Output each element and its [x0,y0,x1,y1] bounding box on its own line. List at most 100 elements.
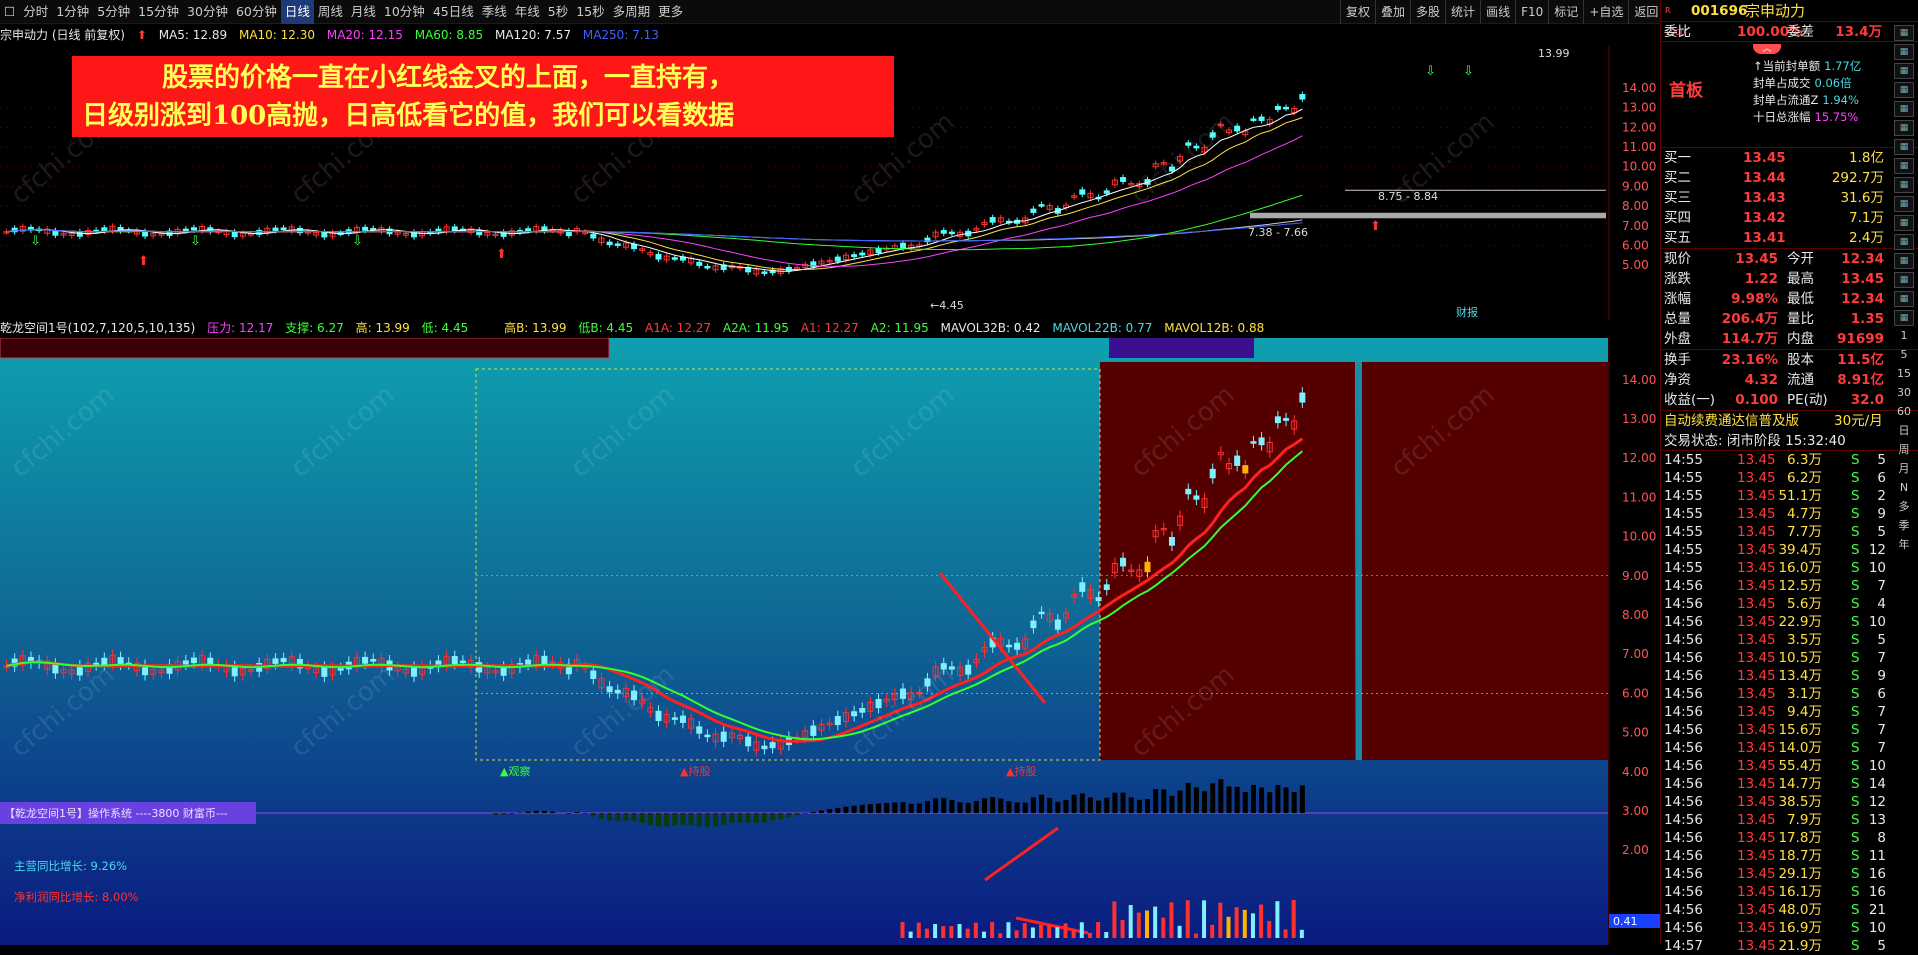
quote_rows-label-1: 总量 [1664,309,1691,329]
tool-button[interactable]: 返回 [1628,0,1663,24]
period-tab[interactable]: 年线 [511,0,544,24]
tool-button[interactable]: 多股 [1410,0,1445,24]
period-tab[interactable]: 15分钟 [134,0,183,24]
price-axis-tick: 10.00 [1622,160,1656,174]
bid-row[interactable]: 买三13.4331.6万 [1661,188,1918,208]
side-tool-icon[interactable]: ▦ [1894,253,1914,269]
side-tool-icon[interactable]: ▦ [1894,25,1914,41]
period-tab[interactable]: 30分钟 [183,0,232,24]
period-tab[interactable]: 15秒 [572,0,608,24]
tick-row: 14:5613.4516.1万S16 [1661,883,1918,901]
tool-button[interactable]: 标记 [1548,0,1583,24]
oscillator-bar [835,808,840,813]
seal-stat-label: 封单占成交 [1753,76,1811,90]
side-period-button[interactable]: 30 [1894,386,1914,402]
period-tab[interactable]: 周线 [314,0,347,24]
promo-text[interactable]: 自动续费通达信普及版 [1664,411,1799,431]
seal-stat-value: 0.06倍 [1815,76,1852,90]
tick-volume: 7.7万 [1787,523,1822,541]
side-period-button[interactable]: 周 [1894,443,1914,459]
period-tab[interactable]: 日线 [281,0,314,24]
tick-side: S [1851,541,1860,559]
side-tool-icon[interactable]: ▦ [1894,101,1914,117]
period-tab[interactable]: 季线 [478,0,511,24]
candle-body [901,243,906,248]
candle-body [191,658,196,663]
volume-bar [1112,901,1116,938]
period-tab[interactable]: 多周期 [609,0,655,24]
tick-list[interactable]: 14:5513.456.3万S514:5513.456.2万S614:5513.… [1661,451,1918,955]
volume-bar [1186,900,1190,938]
period-tab[interactable]: 分时 [19,0,52,24]
side-tool-icon[interactable]: ▦ [1894,196,1914,212]
tick-side: S [1851,811,1860,829]
side-tool-icon[interactable]: ▦ [1894,158,1914,174]
side-tool-icon[interactable]: ▦ [1894,44,1914,60]
indicator-name[interactable]: 乾龙空间1号(102,7,120,5,10,135) [0,321,195,335]
side-period-button[interactable]: 60 [1894,405,1914,421]
tick-time: 14:55 [1664,451,1703,469]
period-tab[interactable]: 45日线 [429,0,478,24]
tool-button[interactable]: F10 [1515,0,1548,24]
period-tab[interactable]: 5秒 [544,0,572,24]
period-tab[interactable]: 60分钟 [232,0,281,24]
side-tool-icon[interactable]: ▦ [1894,234,1914,250]
tool-button[interactable]: +自选 [1583,0,1628,24]
period-tab[interactable]: 5分钟 [93,0,134,24]
side-period-button[interactable]: 1 [1894,329,1914,345]
tick-time: 14:56 [1664,721,1703,739]
side-period-button[interactable]: 日 [1894,424,1914,440]
indicator-chart[interactable]: 14.0013.0012.0011.0010.009.008.007.006.0… [0,338,1660,945]
tick-side: S [1851,469,1860,487]
tick-count: 2 [1877,487,1886,505]
bid-row[interactable]: 买二13.44292.7万 [1661,168,1918,188]
side-period-button[interactable]: 月 [1894,462,1914,478]
period-tab[interactable]: 月线 [347,0,380,24]
tick-price: 13.45 [1737,775,1776,793]
volume-bar [990,922,994,938]
tick-volume: 14.0万 [1778,739,1822,757]
side-tool-icon[interactable]: ▦ [1894,215,1914,231]
oscillator-bar [1031,797,1036,813]
period-tab[interactable]: 1分钟 [52,0,93,24]
side-tool-icon[interactable]: ▦ [1894,177,1914,193]
volume-bar [1080,922,1084,938]
bid-row[interactable]: 买一13.451.8亿 [1661,148,1918,168]
bid-row[interactable]: 买四13.427.1万 [1661,208,1918,228]
side-tool-icon[interactable]: ▦ [1894,120,1914,136]
tool-button[interactable]: 叠加 [1375,0,1410,24]
side-tool-icon[interactable]: ▦ [1894,310,1914,326]
tool-button[interactable]: 画线 [1480,0,1515,24]
bid-row[interactable]: 买五13.412.4万 [1661,228,1918,248]
period-tab[interactable]: 10分钟 [380,0,429,24]
side-tool-icon[interactable]: ▦ [1894,63,1914,79]
side-tool-icon[interactable]: ▦ [1894,272,1914,288]
quote_rows-row: 总量206.4万量比1.35 [1661,309,1918,329]
indicator-axis-tick: 14.00 [1622,373,1656,387]
tick-count: 7 [1877,739,1886,757]
side-tool-icon[interactable]: ▦ [1894,82,1914,98]
oscillator-bar [1145,799,1150,813]
side-tool-icon[interactable]: ▦ [1894,139,1914,155]
side-period-button[interactable]: 多 [1894,500,1914,516]
quote_rows-label-2: 最高 [1787,269,1814,289]
side-tool-icon[interactable]: ▦ [1894,291,1914,307]
volume-bar [1218,903,1222,938]
candle-body [811,726,816,735]
side-period-button[interactable]: N [1894,481,1914,497]
side-period-button[interactable]: 年 [1894,538,1914,554]
indicator-axis-tick: 13.00 [1622,412,1656,426]
period-tab[interactable]: 更多 [654,0,687,24]
oscillator-bar [509,813,514,814]
system-label[interactable]: 【乾龙空间1号】操作系统 ----3800 财富币--- [4,806,228,820]
toolbar-menu-icon[interactable]: ☐ [0,0,19,24]
side-period-button[interactable]: 15 [1894,367,1914,383]
tool-button[interactable]: 统计 [1445,0,1480,24]
collapse-icon[interactable]: ︿ [1753,44,1781,54]
tool-button[interactable]: 复权 [1340,0,1375,24]
promo-price[interactable]: 30元/月 [1834,411,1883,431]
candle-body [526,229,531,231]
side-period-button[interactable]: 5 [1894,348,1914,364]
candle-body [501,667,506,675]
side-period-button[interactable]: 季 [1894,519,1914,535]
